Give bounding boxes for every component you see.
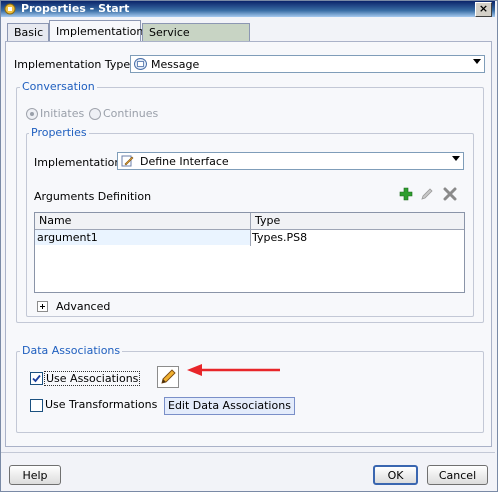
- arg-type: Types.PS8: [252, 231, 308, 244]
- edit-icon[interactable]: [420, 187, 434, 201]
- tab-label: Basic: [14, 26, 44, 39]
- tab-implementation[interactable]: Implementation: [49, 20, 144, 42]
- advanced-label[interactable]: Advanced: [56, 300, 110, 313]
- implementation-select[interactable]: Define Interface: [117, 152, 464, 170]
- arguments-table[interactable]: Name Type argument1 Types.PS8: [34, 212, 465, 293]
- properties-legend: Properties: [29, 126, 89, 139]
- edit-data-associations-button[interactable]: [157, 366, 179, 388]
- expand-icon[interactable]: [37, 301, 48, 312]
- use-transformations-checkbox[interactable]: [30, 399, 43, 412]
- close-icon[interactable]: ×: [475, 2, 492, 17]
- cancel-button[interactable]: Cancel: [427, 465, 488, 485]
- footer-divider: [1, 452, 495, 453]
- ok-button[interactable]: OK: [373, 465, 418, 485]
- column-header-name[interactable]: Name: [39, 214, 71, 227]
- arguments-label: Arguments Definition: [34, 190, 152, 203]
- conversation-legend: Conversation: [20, 80, 97, 93]
- column-divider: [250, 213, 251, 246]
- help-button[interactable]: Help: [9, 465, 61, 485]
- data-associations-legend: Data Associations: [20, 344, 123, 357]
- tab-basic[interactable]: Basic: [7, 23, 49, 41]
- app-icon: [4, 3, 16, 15]
- title-bar[interactable]: Properties - Start ×: [1, 1, 495, 17]
- column-header-type[interactable]: Type: [255, 214, 280, 227]
- impl-type-select[interactable]: Message: [130, 55, 485, 73]
- chevron-down-icon: [452, 156, 460, 161]
- use-associations-checkbox[interactable]: [30, 372, 43, 385]
- use-associations-label[interactable]: Use Associations: [44, 371, 141, 386]
- edit-interface-icon: [121, 155, 134, 167]
- red-arrow-annotation: [187, 364, 280, 376]
- ok-label: OK: [387, 469, 404, 482]
- continues-radio[interactable]: [89, 108, 101, 120]
- continues-label: Continues: [103, 107, 159, 120]
- delete-icon[interactable]: [443, 187, 457, 201]
- message-icon: [134, 58, 147, 70]
- implementation-label: Implementation:: [34, 156, 126, 169]
- pencil-icon: [161, 369, 176, 384]
- use-transformations-label[interactable]: Use Transformations: [45, 398, 157, 411]
- add-icon[interactable]: [399, 187, 413, 201]
- impl-type-label: Implementation Type:: [14, 58, 134, 71]
- window-title: Properties - Start: [21, 2, 130, 15]
- tab-service-properties[interactable]: Service Properties: [142, 23, 250, 56]
- initiates-label: Initiates: [40, 107, 85, 120]
- check-icon: [32, 374, 41, 383]
- tooltip-text: Edit Data Associations: [168, 399, 291, 412]
- implementation-value: Define Interface: [140, 155, 229, 168]
- tab-label: Implementation: [56, 25, 144, 38]
- cancel-label: Cancel: [438, 469, 477, 482]
- edit-data-associations-tooltip: Edit Data Associations: [164, 397, 295, 415]
- help-label: Help: [22, 469, 48, 482]
- impl-type-value: Message: [151, 58, 200, 71]
- initiates-radio[interactable]: [26, 108, 38, 120]
- arg-name: argument1: [37, 231, 98, 244]
- chevron-down-icon: [473, 59, 481, 64]
